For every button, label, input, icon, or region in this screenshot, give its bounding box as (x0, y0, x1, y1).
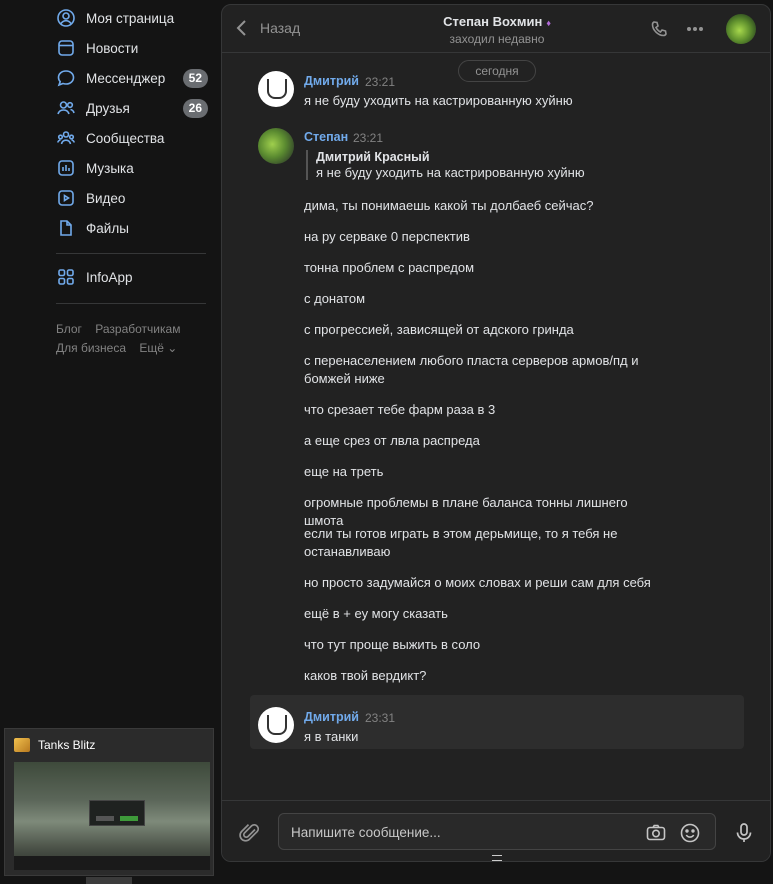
reply-author: Дмитрий Красный (316, 150, 430, 164)
message-text: на ру серваке 0 перспектив (304, 229, 470, 244)
message-time[interactable]: 23:21 (353, 131, 383, 145)
avatar[interactable] (258, 707, 294, 743)
sidebar-item-music[interactable]: Музыка (50, 153, 212, 183)
file-icon (56, 218, 76, 238)
sidebar-item-label: Новости (86, 40, 139, 56)
avatar[interactable] (258, 128, 294, 164)
message-composer (222, 800, 770, 861)
camera-button[interactable] (645, 822, 667, 844)
message-text: я не буду уходить на кастрированную хуйн… (304, 93, 573, 108)
sidebar-item-label: Видео (86, 190, 126, 206)
sidebar-item-my-page[interactable]: Моя страница (50, 3, 212, 33)
message-time[interactable]: 23:31 (365, 711, 395, 725)
sidebar-item-label: Друзья (86, 100, 130, 116)
user-circle-icon (56, 8, 76, 28)
message-icon (56, 68, 76, 88)
microphone-icon (736, 823, 752, 842)
message-text: я в танки (304, 729, 359, 744)
chat-window: Назад Степан Вохмин ♦ заходил недавно сег… (221, 4, 771, 862)
reply-quote[interactable]: Дмитрий Красный я не буду уходить на кас… (306, 150, 585, 180)
message-text: с донатом (304, 291, 366, 306)
footer-link-more[interactable]: Ещё ⌄ (139, 341, 177, 355)
unread-counter-badge: 52 (182, 68, 208, 88)
chat-header: Назад Степан Вохмин ♦ заходил недавно (222, 5, 770, 53)
message-author[interactable]: Дмитрий (304, 74, 359, 88)
peer-name-text: Степан Вохмин (443, 14, 543, 29)
message-text: что тут проще выжить в соло (304, 637, 481, 652)
sidebar-item-communities[interactable]: Сообщества (50, 123, 212, 153)
message-text: если ты готов играть в этом дерьмище, то… (304, 526, 618, 559)
sidebar-footer-links: Блог Разработчикам Для бизнеса Ещё ⌄ (56, 320, 206, 358)
taskbar-active-indicator (86, 877, 132, 884)
voice-message-button[interactable] (732, 821, 756, 845)
message-time[interactable]: 23:21 (365, 75, 395, 89)
footer-link-developers[interactable]: Разработчикам (95, 322, 180, 336)
more-options-button[interactable] (684, 18, 706, 40)
thumbnail-dialog (89, 800, 145, 826)
sidebar-item-video[interactable]: Видео (50, 183, 212, 213)
thumbnail-bottom-bar (14, 856, 210, 870)
message-input-box[interactable] (278, 813, 716, 850)
sidebar-item-friends[interactable]: Друзья 26 (50, 93, 212, 123)
phone-icon (651, 21, 667, 37)
message-author[interactable]: Степан (304, 130, 348, 144)
message-text: каков твой вердикт? (304, 668, 427, 683)
paperclip-icon (239, 823, 259, 842)
sidebar-item-label: InfoApp (86, 269, 133, 285)
peer-badge-icon: ♦ (546, 18, 551, 28)
apps-grid-icon (56, 267, 76, 287)
sidebar-item-label: Моя страница (86, 10, 175, 26)
friends-counter-badge: 26 (182, 98, 208, 118)
footer-link-business[interactable]: Для бизнеса (56, 341, 126, 355)
attach-button[interactable] (238, 821, 262, 845)
video-icon (56, 188, 76, 208)
message-text: что срезает тебе фарм раза в 3 (304, 402, 496, 417)
message-input[interactable] (291, 822, 631, 842)
reply-text: я не буду уходить на кастрированную хуйн… (316, 165, 585, 180)
sidebar-item-label: Мессенджер (86, 70, 166, 86)
sidebar-divider (56, 303, 206, 304)
message-list: сегодня Дмитрий 23:21 я не буду уходить … (222, 54, 770, 800)
taskbar-window-preview[interactable]: Tanks Blitz (4, 728, 214, 876)
tanks-blitz-app-icon (14, 738, 30, 752)
smile-icon (680, 823, 700, 843)
resize-handle-icon[interactable] (492, 855, 502, 861)
message-text: с прогрессией, зависящей от адского грин… (304, 322, 574, 337)
peer-avatar[interactable] (726, 14, 756, 44)
music-icon (56, 158, 76, 178)
message-text: ещё в + еу могу сказать (304, 606, 448, 621)
message-author[interactable]: Дмитрий (304, 710, 359, 724)
message-text: но просто задумайся о моих словах и реши… (304, 575, 651, 590)
date-separator: сегодня (458, 60, 536, 82)
message-text: еще на треть (304, 464, 384, 479)
sidebar-item-messenger[interactable]: Мессенджер 52 (50, 63, 212, 93)
sidebar-item-files[interactable]: Файлы (50, 213, 212, 243)
more-dots-icon (686, 27, 704, 32)
message-text: а еще срез от лвла распреда (304, 433, 480, 448)
preview-window-title: Tanks Blitz (38, 738, 96, 752)
sidebar-item-news[interactable]: Новости (50, 33, 212, 63)
sidebar-item-label: Сообщества (86, 130, 165, 146)
preview-thumbnail[interactable] (14, 762, 210, 870)
camera-icon (646, 824, 666, 841)
footer-link-blog[interactable]: Блог (56, 322, 82, 336)
message-text: с перенаселением любого пласта серверов … (304, 353, 639, 386)
sidebar-item-infoapp[interactable]: InfoApp (50, 262, 212, 292)
avatar[interactable] (258, 71, 294, 107)
news-icon (56, 38, 76, 58)
friends-icon (56, 98, 76, 118)
sidebar-divider (56, 253, 206, 254)
call-button[interactable] (648, 18, 670, 40)
message-text: тонна проблем с распредом (304, 260, 475, 275)
message-text: дима, ты понимаешь какой ты долбаеб сейч… (304, 198, 594, 213)
sidebar-item-label: Файлы (86, 220, 129, 236)
groups-icon (56, 128, 76, 148)
emoji-button[interactable] (679, 822, 701, 844)
sidebar-item-label: Музыка (86, 160, 134, 176)
